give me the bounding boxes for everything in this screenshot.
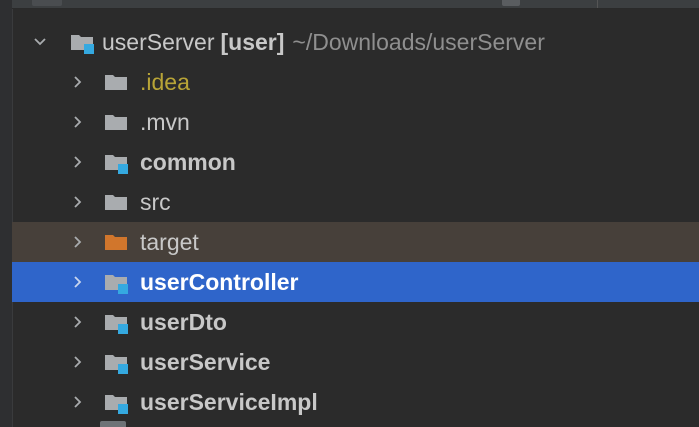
- tree-item-userServiceImpl[interactable]: userServiceImpl: [12, 382, 699, 422]
- tree-item-userController[interactable]: userController: [12, 262, 699, 302]
- excluded-folder-icon: [104, 232, 130, 252]
- tree-item-label: common: [140, 149, 236, 175]
- tree-item-label: .mvn: [140, 109, 190, 135]
- chevron-right-icon[interactable]: [68, 392, 88, 412]
- module-folder-icon: [104, 272, 130, 294]
- tree-item-common[interactable]: common: [12, 142, 699, 182]
- project-path: ~/Downloads/userServer: [292, 29, 545, 55]
- toolbar-divider: [597, 0, 598, 8]
- folder-icon: [104, 112, 130, 132]
- tree-item-target[interactable]: target: [12, 222, 699, 262]
- module-folder-icon: [104, 152, 130, 174]
- chevron-right-icon[interactable]: [68, 152, 88, 172]
- chevron-right-icon[interactable]: [68, 232, 88, 252]
- project-name: userServer: [102, 29, 215, 55]
- tree-item-label: userService: [140, 349, 271, 375]
- tree-item-userService[interactable]: userService: [12, 342, 699, 382]
- tree-item-userDto[interactable]: userDto: [12, 302, 699, 342]
- project-toolbar: [12, 0, 699, 9]
- module-folder-icon: [104, 312, 130, 334]
- tree-item-label: src: [140, 189, 171, 215]
- folder-icon: [104, 72, 130, 92]
- module-folder-icon: [104, 352, 130, 374]
- tree-item-src[interactable]: src: [12, 182, 699, 222]
- project-tree: userServer [user] ~/Downloads/userServer .…: [12, 22, 699, 422]
- tree-item-mvn[interactable]: .mvn: [12, 102, 699, 142]
- chevron-right-icon[interactable]: [68, 352, 88, 372]
- module-folder-icon: [104, 392, 130, 414]
- folder-icon: [104, 192, 130, 212]
- tree-item-label: userController: [140, 269, 299, 295]
- chevron-down-icon[interactable]: [30, 32, 50, 52]
- toolbar-button[interactable]: [32, 0, 62, 6]
- folder-icon: [100, 421, 126, 427]
- tree-item-label: .idea: [140, 69, 190, 95]
- toolbar-button[interactable]: [502, 0, 520, 6]
- chevron-right-icon[interactable]: [68, 312, 88, 332]
- tree-item-label: userServiceImpl: [140, 389, 318, 415]
- root-label: userServer [user] ~/Downloads/userServer: [102, 22, 545, 62]
- tree-item-label: userDto: [140, 309, 227, 335]
- tree-item-idea[interactable]: .idea: [12, 62, 699, 102]
- chevron-right-icon[interactable]: [68, 112, 88, 132]
- chevron-right-icon[interactable]: [68, 192, 88, 212]
- module-folder-icon: [70, 32, 96, 54]
- tree-item-label: target: [140, 229, 199, 255]
- module-name: [user]: [220, 29, 285, 55]
- chevron-right-icon[interactable]: [68, 272, 88, 292]
- tree-root-userServer[interactable]: userServer [user] ~/Downloads/userServer: [12, 22, 699, 62]
- chevron-right-icon[interactable]: [68, 72, 88, 92]
